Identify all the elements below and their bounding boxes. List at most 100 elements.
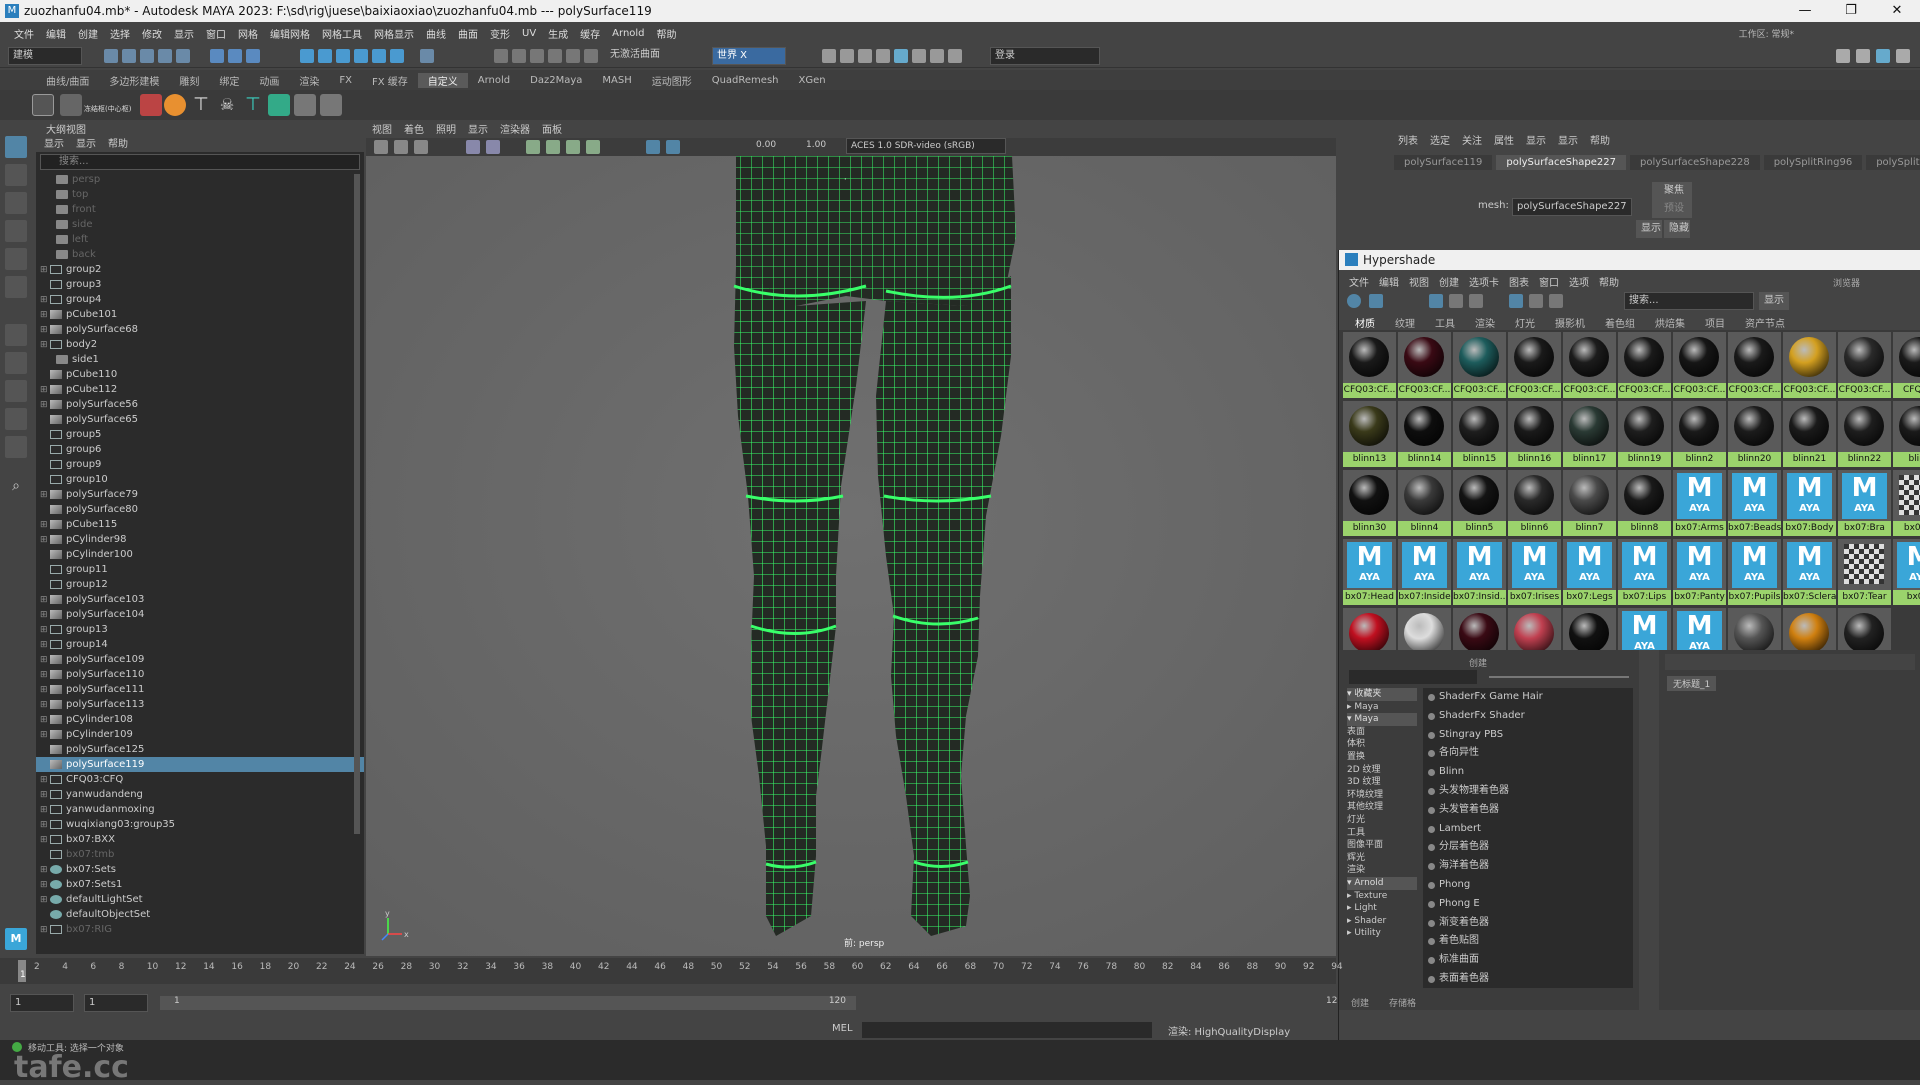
material-swatch[interactable]: blinn30	[1343, 470, 1396, 536]
ae-tab[interactable]: polySurfaceShape228	[1630, 155, 1760, 170]
shader-node-item[interactable]: 标准曲面	[1423, 951, 1633, 970]
login-selector[interactable]: 登录	[990, 47, 1100, 65]
hs-search-input[interactable]: 搜索...	[1624, 292, 1754, 310]
material-swatch[interactable]	[1783, 608, 1836, 650]
expand-toggle-icon[interactable]: ⊞	[40, 323, 50, 338]
material-swatch[interactable]: CFQ03:CF...	[1618, 332, 1671, 398]
end-time-field[interactable]: 12	[1326, 996, 1337, 1006]
ae-menu-item[interactable]: 选定	[1430, 132, 1450, 147]
viewport-menu-item[interactable]: 显示	[468, 124, 488, 138]
outliner-item[interactable]: pCube110	[36, 367, 364, 382]
material-swatch[interactable]: M AYA bx07:Irises	[1508, 539, 1561, 605]
category-item[interactable]: 工具	[1347, 827, 1417, 840]
hide-button[interactable]: 隐藏	[1664, 220, 1690, 238]
colorspace-selector[interactable]: ACES 1.0 SDR-video (sRGB)	[846, 138, 1006, 154]
material-swatch[interactable]: M AYA bx07:Panty	[1673, 539, 1726, 605]
hs-menu-item[interactable]: 图表	[1509, 274, 1529, 289]
range-slider-bar[interactable]: 1 120	[160, 996, 856, 1010]
material-swatch[interactable]: blinn22	[1838, 401, 1891, 467]
material-swatch[interactable]: CFQ03:CF...	[1398, 332, 1451, 398]
select-component-icon[interactable]	[246, 49, 260, 63]
ae-menu-item[interactable]: 显示	[1526, 132, 1546, 147]
outliner-item[interactable]: ⊞ polySurface104	[36, 607, 364, 622]
menu-item[interactable]: 窗口	[200, 26, 232, 41]
expand-toggle-icon[interactable]: ⊞	[40, 638, 50, 653]
hs-show-button[interactable]: 显示	[1759, 292, 1789, 310]
expand-toggle-icon[interactable]: ⊞	[40, 308, 50, 323]
outliner-item[interactable]: side	[36, 217, 364, 232]
material-swatch[interactable]: M AYA bx07:Bra	[1838, 470, 1891, 536]
new-scene-icon[interactable]	[104, 49, 118, 63]
outliner-item[interactable]: ⊞ bx07:Sets1	[36, 877, 364, 892]
render-sequence-icon[interactable]	[840, 49, 854, 63]
menu-item[interactable]: 缓存	[574, 26, 606, 41]
snap-point-icon[interactable]	[336, 49, 350, 63]
ae-tab[interactable]: polySplitRin	[1866, 155, 1920, 170]
swatch-size-slider[interactable]	[1489, 676, 1629, 678]
hs-sphere-icon[interactable]	[1347, 294, 1361, 308]
channel-box-icon[interactable]	[1896, 49, 1910, 63]
menu-item[interactable]: 显示	[168, 26, 200, 41]
outliner-item[interactable]: group5	[36, 427, 364, 442]
viewport-menu-item[interactable]: 照明	[436, 124, 456, 138]
expand-toggle-icon[interactable]: ⊞	[40, 788, 50, 803]
category-item[interactable]: 表面	[1347, 726, 1417, 739]
material-swatch[interactable]: M AYA bx07:Pupils	[1728, 539, 1781, 605]
render-settings-icon[interactable]	[876, 49, 890, 63]
expand-toggle-icon[interactable]: ⊞	[40, 623, 50, 638]
outliner-item[interactable]: persp	[36, 172, 364, 187]
menu-item[interactable]: 修改	[136, 26, 168, 41]
material-swatch[interactable]	[1508, 608, 1561, 650]
outliner-item[interactable]: left	[36, 232, 364, 247]
material-swatch[interactable]: M AYA bx07:Inside	[1398, 539, 1451, 605]
open-scene-icon[interactable]	[122, 49, 136, 63]
category-item[interactable]: 置换	[1347, 751, 1417, 764]
shader-node-item[interactable]: 分层着色器	[1423, 838, 1633, 857]
shader-node-item[interactable]: Lambert	[1423, 820, 1633, 839]
hs-tab[interactable]: 纹理	[1385, 315, 1425, 330]
viewport-canvas[interactable]: · y x 前: persp	[366, 156, 1336, 956]
material-swatch[interactable]: M AYA bx07:Lips	[1618, 539, 1671, 605]
mel-label[interactable]: MEL	[832, 1023, 853, 1034]
menu-item[interactable]: 网格工具	[316, 26, 368, 41]
hs-bottom-tab[interactable]: 存储格	[1389, 996, 1416, 1009]
expand-toggle-icon[interactable]: ⊞	[40, 338, 50, 353]
redo-icon[interactable]	[176, 49, 190, 63]
hs-tab[interactable]: 工具	[1425, 315, 1465, 330]
material-swatch[interactable]: blinn14	[1398, 401, 1451, 467]
hs-menu-item[interactable]: 帮助	[1599, 274, 1619, 289]
expand-toggle-icon[interactable]: ⊞	[40, 863, 50, 878]
category-item[interactable]: 2D 纹理	[1347, 764, 1417, 777]
material-swatch[interactable]: M AYA bx07:Legs	[1563, 539, 1616, 605]
category-item[interactable]: ▸ Shader	[1347, 915, 1417, 928]
hs-grid-icon[interactable]	[1369, 294, 1383, 308]
outliner-item[interactable]: ⊞ polySurface56	[36, 397, 364, 412]
material-swatch[interactable]: CFQ03:CF...	[1343, 332, 1396, 398]
expand-toggle-icon[interactable]: ⊞	[40, 293, 50, 308]
outliner-item[interactable]: polySurface119	[36, 757, 364, 772]
expand-toggle-icon[interactable]: ⊞	[40, 263, 50, 278]
outliner-item[interactable]: bx07:tmb	[36, 847, 364, 862]
outliner-item[interactable]: ⊞ polySurface68	[36, 322, 364, 337]
shader-node-item[interactable]: 海洋着色器	[1423, 857, 1633, 876]
menu-item[interactable]: 文件	[8, 26, 40, 41]
close-button[interactable]: ✕	[1874, 0, 1920, 22]
history-icon[interactable]	[494, 49, 508, 63]
expand-toggle-icon[interactable]: ⊞	[40, 383, 50, 398]
hs-tab[interactable]: 摄影机	[1545, 315, 1595, 330]
tool-settings-icon[interactable]	[1876, 49, 1890, 63]
show-button[interactable]: 显示	[1636, 220, 1662, 238]
material-swatch[interactable]: M AYA	[1673, 608, 1726, 650]
menu-item[interactable]: 曲线	[420, 26, 452, 41]
outliner-item[interactable]: ⊞ pCylinder98	[36, 532, 364, 547]
lock-icon[interactable]	[420, 49, 434, 63]
outliner-item[interactable]: group9	[36, 457, 364, 472]
shelf-tab[interactable]: MASH	[592, 75, 641, 86]
hs-tab[interactable]: 灯光	[1505, 315, 1545, 330]
hs-menu-item[interactable]: 创建	[1439, 274, 1459, 289]
material-swatch[interactable]: M AYA bx07:Head	[1343, 539, 1396, 605]
light-editor-icon[interactable]	[930, 49, 944, 63]
category-item[interactable]: ▸ Texture	[1347, 890, 1417, 903]
shader-node-item[interactable]: 表面着色器	[1423, 970, 1633, 988]
snap-view-icon[interactable]	[390, 49, 404, 63]
